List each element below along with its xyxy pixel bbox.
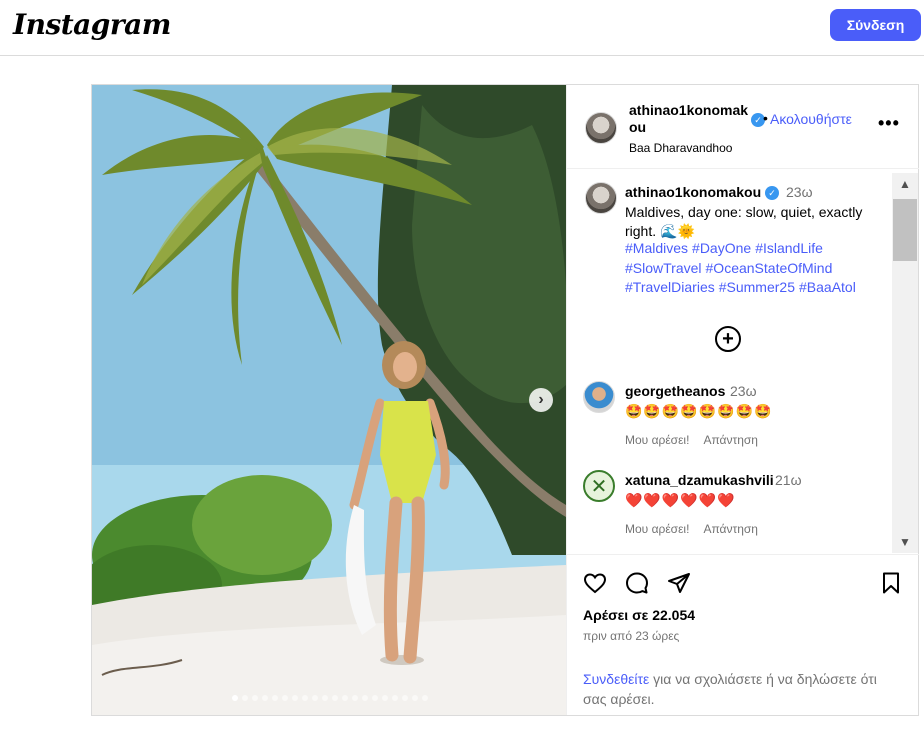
commenter-username[interactable]: xatuna_dzamukashvili [625, 472, 774, 488]
hashtag-link[interactable]: #IslandLife [755, 240, 823, 256]
caption-hashtags: #Maldives #DayOne #IslandLife #SlowTravel #O… [625, 239, 887, 298]
commenter-username[interactable]: georgetheanos [625, 383, 725, 399]
separator-dot: • [763, 110, 768, 126]
comment-reply-button[interactable]: Απάντηση [703, 433, 758, 447]
commenter-avatar[interactable]: ✕ [583, 470, 615, 502]
scroll-up-arrow-icon[interactable]: ▲ [892, 173, 918, 195]
comment-time[interactable]: 23ω [730, 383, 757, 399]
login-button[interactable]: Σύνδεση [830, 9, 921, 41]
more-horizontal-icon[interactable]: ••• [878, 113, 900, 134]
post-time[interactable]: πριν από 23 ώρες [583, 629, 679, 643]
heart-icon[interactable] [583, 571, 607, 595]
carousel-dot [392, 695, 398, 701]
caption-author-avatar[interactable] [585, 182, 617, 214]
comment-like-button[interactable]: Μου αρέσει! [625, 433, 689, 447]
carousel-dot [362, 695, 368, 701]
comment-time[interactable]: 21ω [775, 472, 802, 488]
caption-text: Maldives, day one: slow, quiet, exactly … [625, 204, 863, 239]
hashtag-link[interactable]: #SlowTravel [625, 260, 702, 276]
carousel-dot [342, 695, 348, 701]
carousel-dot [332, 695, 338, 701]
carousel-dot [412, 695, 418, 701]
caption-username[interactable]: athinao1konomakou [625, 184, 761, 200]
comments-scrollbar[interactable]: ▲ ▼ [892, 173, 918, 553]
likes-count[interactable]: Αρέσει σε 22.054 [583, 607, 695, 623]
carousel-dot [262, 695, 268, 701]
post-actions: Αρέσει σε 22.054 πριν από 23 ώρες Συνδεθ… [567, 554, 919, 715]
login-prompt: Συνδεθείτε για να σχολιάσετε ή να δηλώσε… [583, 669, 903, 709]
carousel-dot [292, 695, 298, 701]
scrollbar-thumb[interactable] [893, 199, 917, 261]
carousel-dot [282, 695, 288, 701]
follow-button[interactable]: Ακολουθήστε [770, 111, 852, 127]
carousel-dot [352, 695, 358, 701]
post-side-panel: athinao1konomak ou ✓ • Ακολουθήστε ••• Ba… [566, 85, 919, 715]
post-card: › athinao1konomak ou ✓ • Ακολουθήστε •••… [91, 84, 919, 716]
commenter-avatar[interactable] [583, 381, 615, 413]
comments-scroll-area[interactable]: athinao1konomakou ✓ 23ω Maldives, day on… [567, 170, 919, 554]
post-location[interactable]: Baa Dharavandhoo [629, 141, 732, 155]
caption-time[interactable]: 23ω [786, 184, 813, 200]
carousel-dot [402, 695, 408, 701]
verified-badge-icon: ✓ [765, 186, 779, 200]
hashtag-link[interactable]: #BaaAtol [799, 279, 856, 295]
comment-item: ✕ xatuna_dzamukashvili 21ω ❤️❤️❤️❤️❤️❤️ … [567, 466, 892, 546]
comment-text: ❤️❤️❤️❤️❤️❤️ [625, 492, 736, 508]
hashtag-link[interactable]: #TravelDiaries [625, 279, 715, 295]
hashtag-link[interactable]: #Maldives [625, 240, 688, 256]
next-slide-button[interactable]: › [529, 388, 553, 412]
login-link[interactable]: Συνδεθείτε [583, 671, 649, 687]
carousel-dot [312, 695, 318, 701]
author-username[interactable]: athinao1konomak ou [629, 102, 749, 136]
carousel-dot [382, 695, 388, 701]
plus-circle-icon[interactable]: + [715, 326, 741, 352]
hashtag-link[interactable]: #Summer25 [719, 279, 795, 295]
carousel-dot [252, 695, 258, 701]
beach-photo-illustration [92, 85, 566, 715]
bookmark-icon[interactable] [879, 571, 903, 595]
hashtag-link[interactable]: #DayOne [692, 240, 751, 256]
carousel-dot [372, 695, 378, 701]
hashtag-link[interactable]: #OceanStateOfMind [706, 260, 833, 276]
post-photo[interactable]: › [92, 85, 566, 715]
comment-text: 🤩🤩🤩🤩🤩🤩🤩🤩 [625, 403, 773, 419]
carousel-dot [272, 695, 278, 701]
comment-actions: Μου αρέσει! Απάντηση [625, 433, 758, 447]
carousel-dot [242, 695, 248, 701]
share-icon[interactable] [667, 571, 691, 595]
carousel-dot [302, 695, 308, 701]
post-header: athinao1konomak ou ✓ • Ακολουθήστε ••• Ba… [567, 85, 919, 169]
author-avatar[interactable] [585, 112, 617, 144]
instagram-logo[interactable]: Instagram [13, 8, 171, 41]
carousel-dot [422, 695, 428, 701]
carousel-dot [232, 695, 238, 701]
carousel-dots [232, 695, 428, 701]
scroll-down-arrow-icon[interactable]: ▼ [892, 531, 918, 553]
top-bar: Instagram Σύνδεση [0, 0, 924, 56]
comment-icon[interactable] [625, 571, 649, 595]
comment-actions: Μου αρέσει! Απάντηση [625, 522, 758, 536]
comment-reply-button[interactable]: Απάντηση [703, 522, 758, 536]
carousel-dot [322, 695, 328, 701]
comment-item: georgetheanos 23ω 🤩🤩🤩🤩🤩🤩🤩🤩 Μου αρέσει! Α… [567, 377, 892, 457]
comment-like-button[interactable]: Μου αρέσει! [625, 522, 689, 536]
